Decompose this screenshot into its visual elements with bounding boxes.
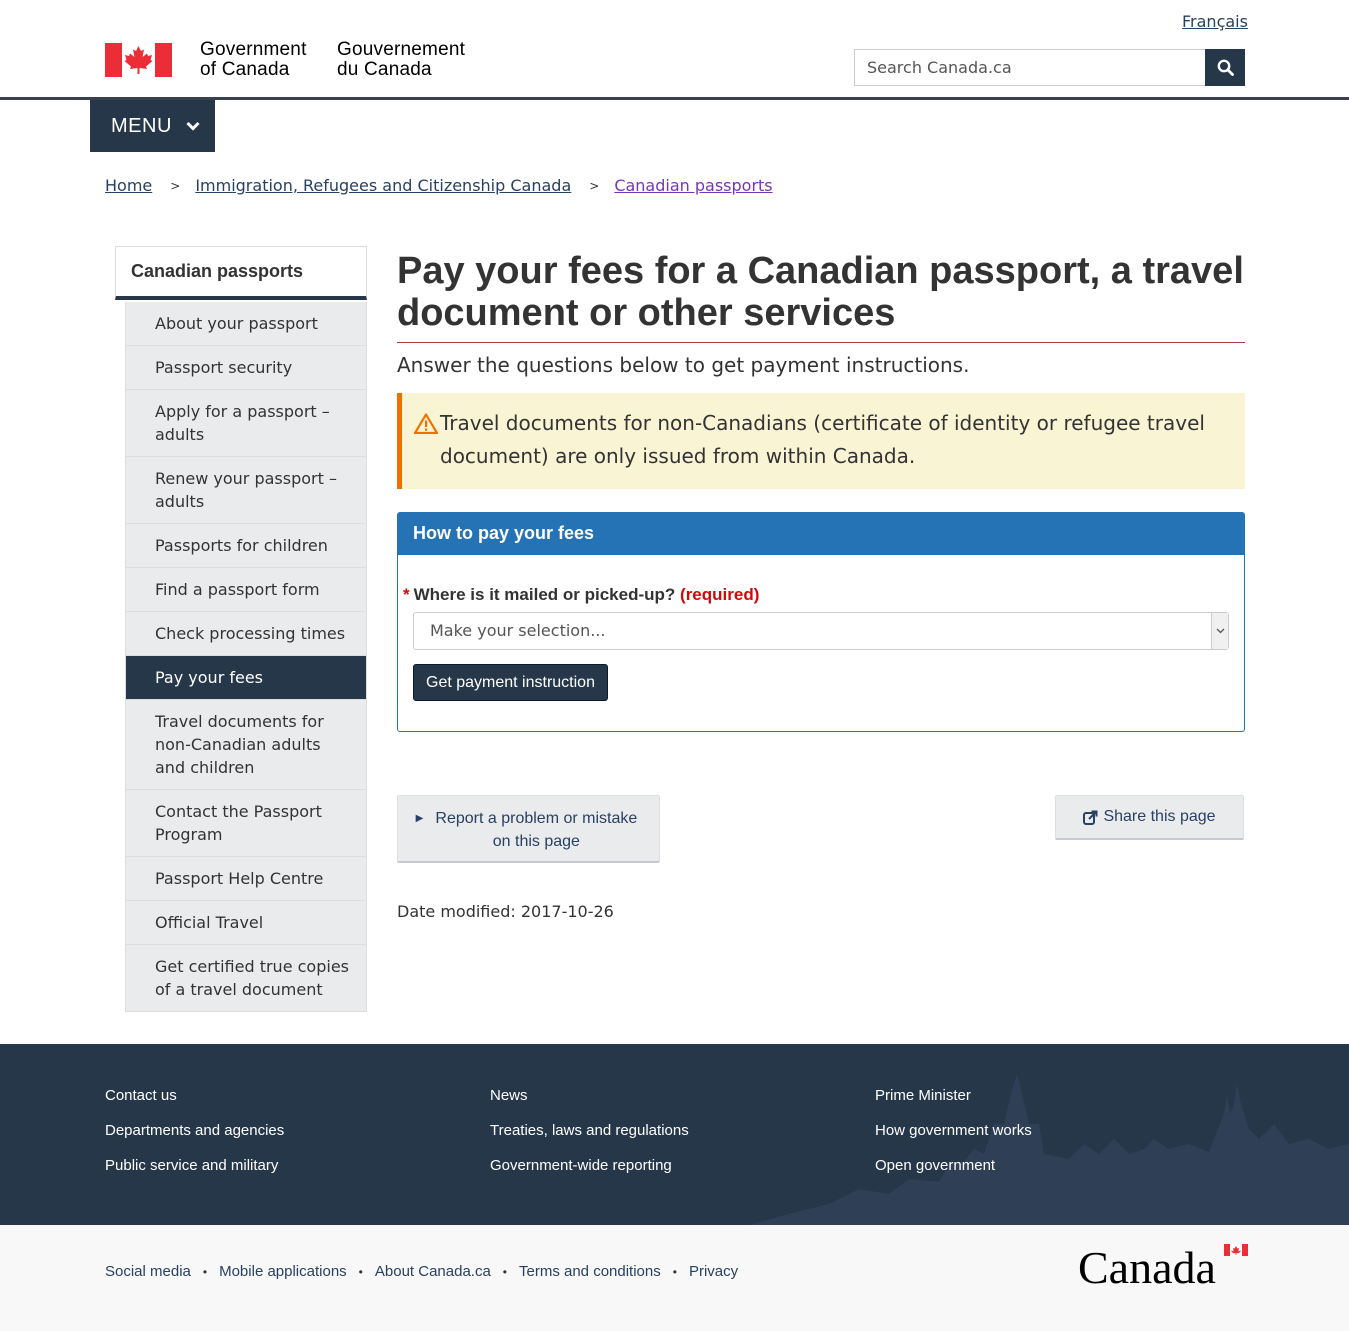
panel-title: How to pay your fees — [398, 513, 1244, 555]
footer-sub-links: Social media • Mobile applications • Abo… — [105, 1263, 738, 1280]
select-caret — [1211, 613, 1228, 649]
page-title: Pay your fees for a Canadian passport, a… — [397, 250, 1245, 343]
sidebar-item-official-travel[interactable]: Official Travel — [126, 901, 366, 945]
page-lead: Answer the questions below to get paymen… — [397, 353, 970, 377]
footer-link-how-government-works[interactable]: How government works — [875, 1113, 1032, 1148]
footer-link-news[interactable]: News — [490, 1078, 689, 1113]
menu-label: MENU — [111, 114, 172, 137]
sidebar-title[interactable]: Canadian passports — [115, 246, 367, 300]
sidebar-item-certified-copies[interactable]: Get certified true copies of a travel do… — [126, 945, 366, 1011]
alert-text: Travel documents for non-Canadians (cert… — [440, 411, 1205, 468]
search-icon — [1217, 59, 1234, 76]
svg-text:Canada: Canada — [1078, 1243, 1216, 1287]
sidebar-item-processing-times[interactable]: Check processing times — [126, 612, 366, 656]
chevron-down-icon — [186, 121, 200, 131]
question-label: * Where is it mailed or picked-up? (requi… — [403, 585, 760, 604]
sidebar-item-passport-security[interactable]: Passport security — [126, 346, 366, 390]
warning-alert: Travel documents for non-Canadians (cert… — [397, 393, 1245, 489]
location-select[interactable]: Make your selection... — [413, 612, 1229, 650]
canada-wordmark-logo: Canada — [1078, 1243, 1248, 1287]
footer-sub-link-terms[interactable]: Terms and conditions — [519, 1263, 661, 1280]
sidebar-nav: About your passport Passport security Ap… — [125, 302, 367, 1012]
sidebar-item-find-form[interactable]: Find a passport form — [126, 568, 366, 612]
date-modified: Date modified: 2017-10-26 — [397, 902, 614, 921]
footer-main: Contact us Departments and agencies Publ… — [0, 1044, 1349, 1225]
search-input[interactable] — [854, 49, 1205, 86]
canada-flag-icon — [105, 43, 172, 77]
sidebar-item-about-your-passport[interactable]: About your passport — [126, 302, 366, 346]
footer-link-contact-us[interactable]: Contact us — [105, 1078, 284, 1113]
footer-column-1: Contact us Departments and agencies Publ… — [105, 1078, 284, 1183]
search-button[interactable] — [1205, 49, 1245, 86]
breadcrumb-home[interactable]: Home — [105, 176, 152, 195]
footer-column-2: News Treaties, laws and regulations Gove… — [490, 1078, 689, 1183]
report-problem-button[interactable]: ▶ Report a problem or mistake on this pag… — [397, 795, 660, 863]
footer-sub-link-mobile-apps[interactable]: Mobile applications — [219, 1263, 347, 1280]
sidebar-item-travel-documents[interactable]: Travel documents for non-Canadian adults… — [126, 700, 366, 790]
government-signature-fr: Gouvernement du Canada — [337, 39, 466, 80]
footer-link-open-government[interactable]: Open government — [875, 1148, 1032, 1183]
parliament-skyline-icon — [749, 1074, 1349, 1225]
footer-link-reporting[interactable]: Government-wide reporting — [490, 1148, 689, 1183]
select-value: Make your selection... — [430, 621, 606, 640]
site-search — [854, 49, 1245, 86]
sidebar-item-help-centre[interactable]: Passport Help Centre — [126, 857, 366, 901]
share-icon — [1083, 810, 1098, 825]
sidebar-item-contact-program[interactable]: Contact the Passport Program — [126, 790, 366, 857]
share-page-button[interactable]: Share this page — [1055, 795, 1244, 840]
link-separator: • — [202, 1264, 208, 1279]
footer-sub-link-social-media[interactable]: Social media — [105, 1263, 191, 1280]
share-label: Share this page — [1103, 808, 1216, 825]
sidebar-item-pay-fees[interactable]: Pay your fees — [126, 656, 366, 700]
footer-link-departments[interactable]: Departments and agencies — [105, 1113, 284, 1148]
footer-link-treaties[interactable]: Treaties, laws and regulations — [490, 1113, 689, 1148]
breadcrumb-ircc[interactable]: Immigration, Refugees and Citizenship Ca… — [195, 176, 571, 195]
get-payment-instruction-button[interactable]: Get payment instruction — [413, 664, 608, 701]
sidebar-item-apply-adults[interactable]: Apply for a passport – adults — [126, 390, 366, 457]
breadcrumb-separator: > — [170, 178, 181, 193]
menu-button[interactable]: MENU — [90, 100, 215, 152]
government-signature-en: Government of Canada — [200, 39, 307, 80]
required-star: * — [403, 585, 410, 604]
footer-sub-link-privacy[interactable]: Privacy — [689, 1263, 738, 1280]
footer-sub: Social media • Mobile applications • Abo… — [0, 1225, 1349, 1331]
sidebar-item-renew-adults[interactable]: Renew your passport – adults — [126, 457, 366, 524]
link-separator: • — [358, 1264, 363, 1279]
warning-icon — [414, 413, 438, 434]
required-marker: (required) — [680, 585, 760, 604]
breadcrumb-separator: > — [589, 178, 600, 193]
chevron-down-icon — [1216, 628, 1224, 634]
footer-link-public-service[interactable]: Public service and military — [105, 1148, 284, 1183]
breadcrumb-canadian-passports[interactable]: Canadian passports — [614, 176, 772, 195]
sidebar-item-passports-children[interactable]: Passports for children — [126, 524, 366, 568]
footer-sub-link-about[interactable]: About Canada.ca — [375, 1263, 491, 1280]
footer-link-prime-minister[interactable]: Prime Minister — [875, 1078, 1032, 1113]
expand-triangle-icon: ▶ — [415, 813, 424, 824]
language-toggle-link[interactable]: Français — [1182, 12, 1248, 31]
breadcrumb: Home > Immigration, Refugees and Citizen… — [105, 176, 773, 195]
footer-column-3: Prime Minister How government works Open… — [875, 1078, 1032, 1183]
link-separator: • — [672, 1264, 677, 1279]
link-separator: • — [502, 1264, 507, 1279]
fee-question-panel: How to pay your fees * Where is it mailed… — [397, 512, 1245, 732]
report-label: Report a problem or mistake on this page — [435, 810, 638, 850]
